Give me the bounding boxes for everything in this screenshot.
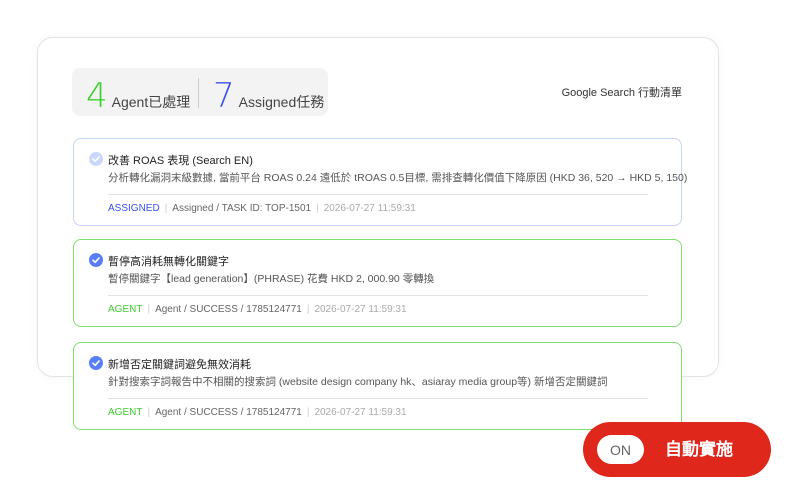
- card-timestamp: 2026-07-27 11:59:31: [314, 304, 407, 315]
- card-timestamp: 2026-07-27 11:59:31: [314, 407, 407, 418]
- card-divider: [108, 398, 648, 399]
- action-card-2[interactable]: 暫停高消耗無轉化關鍵字 暫停關鍵字【lead generation】(PHRAS…: [73, 239, 682, 327]
- meta-separator: |: [306, 304, 310, 315]
- card-meta: ASSIGNED | Assigned / TASK ID: TOP-1501 | 20…: [108, 203, 416, 214]
- card-type-badge: AGENT: [108, 407, 143, 418]
- card-meta: AGENT | Agent / SUCCESS / 1785124771 | 2026-…: [108, 304, 407, 315]
- card-timestamp: 2026-07-27 11:59:31: [323, 203, 416, 214]
- check-icon[interactable]: [89, 356, 103, 370]
- card-description: 暫停關鍵字【lead generation】(PHRASE) 花費 HKD 2,…: [108, 273, 435, 285]
- stats-summary: 4 Agent已處理 7 Assigned任務: [72, 68, 328, 116]
- meta-separator: |: [147, 304, 151, 315]
- action-card-1[interactable]: 改善 ROAS 表現 (Search EN) 分析轉化漏洞末級數據, 當前平台 …: [73, 138, 687, 226]
- card-title: 改善 ROAS 表現 (Search EN): [108, 155, 253, 167]
- toggle-state[interactable]: ON: [597, 435, 644, 464]
- card-type-badge: ASSIGNED: [108, 203, 160, 214]
- meta-separator: |: [164, 203, 168, 214]
- auto-implement-toggle[interactable]: ON 自動實施: [583, 422, 771, 477]
- check-icon[interactable]: [89, 253, 103, 267]
- agent-label: Agent已處理: [111, 94, 191, 110]
- card-description: 針對搜索字詞報告中不相關的搜索詞 (website design company…: [108, 376, 608, 388]
- meta-separator: |: [316, 203, 319, 214]
- card-title: 新增否定關鍵詞避免無效消耗: [108, 359, 251, 371]
- toggle-label: 自動實施: [665, 440, 733, 459]
- card-divider: [108, 295, 648, 296]
- assigned-label: Assigned任務: [238, 94, 325, 110]
- agent-count: 4: [86, 76, 108, 116]
- action-card-3[interactable]: 新增否定關鍵詞避免無效消耗 針對搜索字詞報告中不相關的搜索詞 (website …: [73, 342, 682, 430]
- card-type-badge: AGENT: [108, 304, 143, 315]
- assigned-count: 7: [213, 76, 235, 116]
- card-divider: [108, 194, 648, 195]
- card-detail: Agent / SUCCESS / 1785124771: [155, 407, 302, 418]
- meta-separator: |: [306, 407, 310, 418]
- agent-stat: 4 Agent已處理: [86, 68, 190, 116]
- list-title: Google Search 行動清單: [561, 87, 682, 99]
- stats-divider: [198, 78, 199, 108]
- card-description: 分析轉化漏洞末級數據, 當前平台 ROAS 0.24 遠低於 tROAS 0.5…: [108, 172, 688, 184]
- card-title: 暫停高消耗無轉化關鍵字: [108, 256, 229, 268]
- card-detail: Agent / SUCCESS / 1785124771: [155, 304, 302, 315]
- meta-separator: |: [147, 407, 151, 418]
- assigned-stat: 7 Assigned任務: [213, 68, 324, 116]
- check-icon[interactable]: [89, 152, 103, 166]
- card-meta: AGENT | Agent / SUCCESS / 1785124771 | 2026-…: [108, 407, 407, 418]
- card-detail: Assigned / TASK ID: TOP-1501: [172, 203, 312, 214]
